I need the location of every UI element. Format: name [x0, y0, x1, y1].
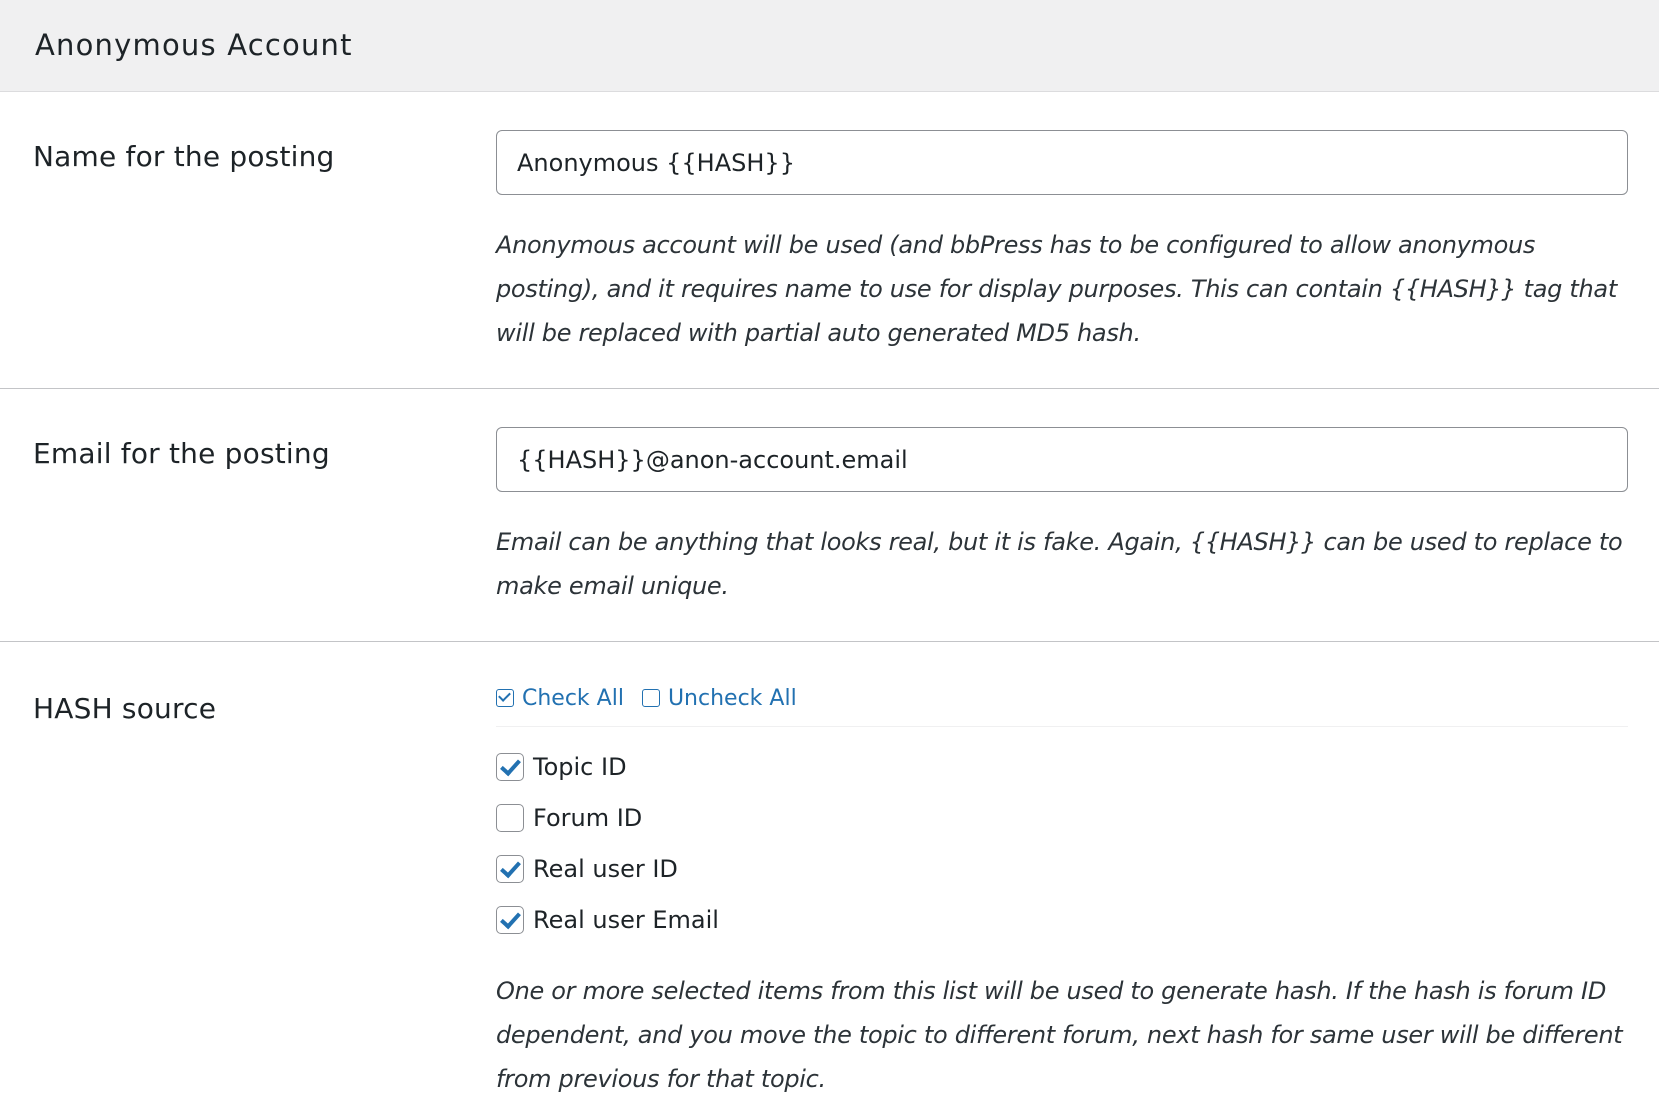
name-setting-row: Name for the posting Anonymous account w…: [0, 92, 1659, 389]
hash-source-description: One or more selected items from this lis…: [496, 977, 1623, 1093]
email-setting-row: Email for the posting Email can be anyth…: [0, 389, 1659, 642]
email-description: Email can be anything that looks real, b…: [496, 528, 1623, 600]
option-forum-id[interactable]: Forum ID: [496, 792, 1628, 843]
checkmark-icon: [500, 754, 521, 776]
uncheck-all-label: Uncheck All: [667, 685, 797, 711]
check-all-link[interactable]: Check All: [496, 686, 624, 711]
hash-source-label: HASH source: [33, 692, 217, 725]
hash-source-options: Topic ID Forum ID Real user ID Real user…: [496, 741, 1628, 945]
name-input[interactable]: [496, 130, 1628, 195]
name-setting-label: Name for the posting: [33, 140, 335, 173]
real-user-email-checkbox[interactable]: [496, 905, 524, 934]
name-setting-field: Anonymous account will be used (and bbPr…: [496, 130, 1628, 355]
check-all-label: Check All: [522, 685, 624, 711]
name-description: Anonymous account will be used (and bbPr…: [496, 231, 1617, 347]
section-header: Anonymous Account: [0, 0, 1659, 92]
option-real-user-id[interactable]: Real user ID: [496, 843, 1628, 894]
hash-source-field: Check All Uncheck All Topic ID Forum ID …: [496, 678, 1628, 1101]
email-setting-label: Email for the posting: [33, 437, 330, 470]
forum-id-checkbox[interactable]: [496, 803, 524, 832]
hash-source-row: HASH source Check All Uncheck All Topic …: [0, 642, 1659, 1104]
option-topic-id[interactable]: Topic ID: [496, 741, 1628, 792]
topic-id-checkbox[interactable]: [496, 752, 524, 781]
real-user-id-label[interactable]: Real user ID: [533, 855, 678, 883]
real-user-email-label[interactable]: Real user Email: [533, 906, 719, 934]
real-user-id-checkbox[interactable]: [496, 854, 524, 883]
checkmark-icon: [500, 907, 521, 929]
email-setting-field: Email can be anything that looks real, b…: [496, 427, 1628, 608]
checkmark-icon: [500, 856, 521, 878]
email-input[interactable]: [496, 427, 1628, 492]
checked-box-icon: [496, 689, 514, 707]
topic-id-label[interactable]: Topic ID: [533, 753, 627, 781]
option-real-user-email[interactable]: Real user Email: [496, 894, 1628, 945]
section-title: Anonymous Account: [35, 27, 353, 62]
check-tools: Check All Uncheck All: [496, 678, 1628, 727]
forum-id-label[interactable]: Forum ID: [533, 804, 642, 832]
uncheck-all-link[interactable]: Uncheck All: [641, 685, 797, 711]
empty-box-icon: [641, 689, 660, 707]
